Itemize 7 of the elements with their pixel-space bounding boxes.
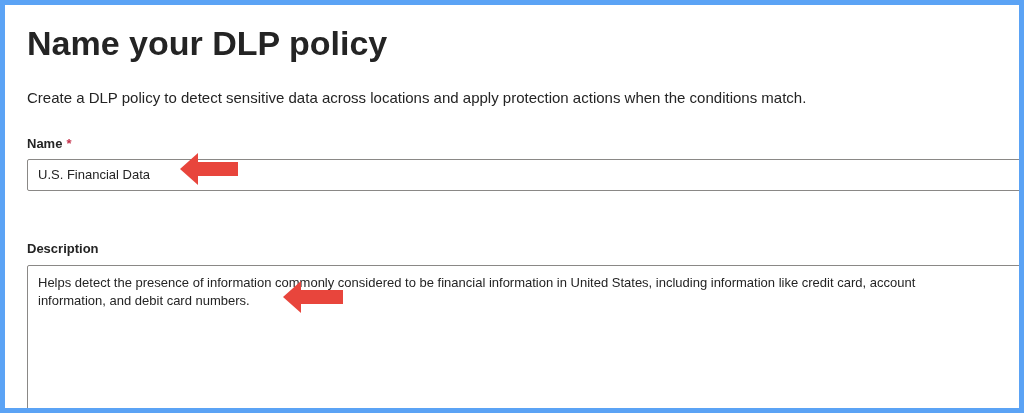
field-label: Description bbox=[27, 240, 99, 258]
page-title: Name your DLP policy bbox=[27, 23, 389, 64]
arrow-icon bbox=[180, 153, 238, 185]
field-label: Name bbox=[27, 134, 63, 153]
required-mark: * bbox=[66, 134, 72, 153]
name-field[interactable]: U.S. Financial Data bbox=[27, 159, 1019, 191]
intro-text: Create a DLP policy to detect sensitive data across locations and apply protection actions when the conditions match. bbox=[27, 88, 808, 108]
